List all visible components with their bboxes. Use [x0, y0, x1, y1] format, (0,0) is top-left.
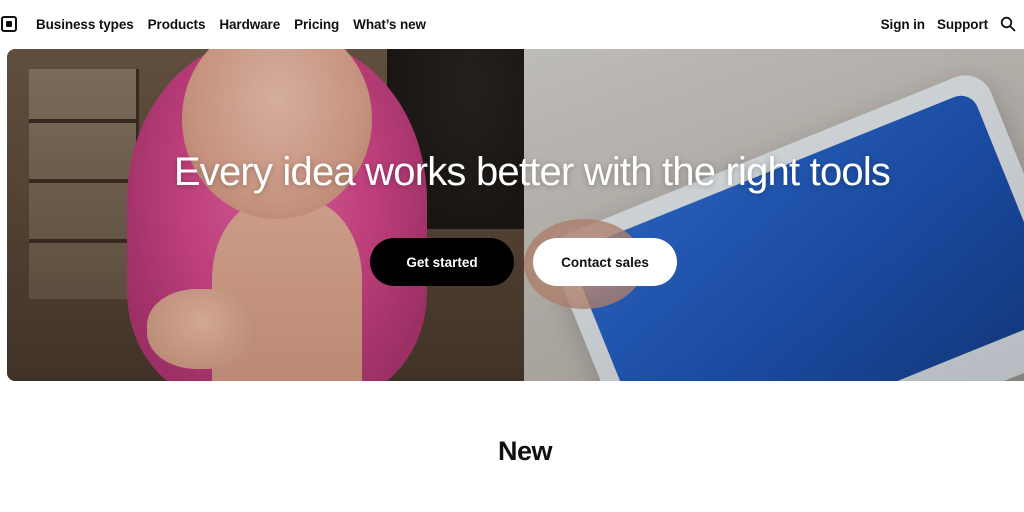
- nav-pricing[interactable]: Pricing: [294, 17, 339, 32]
- sign-in-link[interactable]: Sign in: [881, 17, 925, 32]
- square-logo-icon[interactable]: [1, 16, 17, 32]
- hero-banner: Every idea works better with the right t…: [7, 49, 1024, 381]
- logo-inner-square: [6, 21, 12, 27]
- secondary-nav: Sign in Support: [881, 0, 1016, 48]
- hero-overlay: [7, 49, 1024, 381]
- top-navigation: Business types Products Hardware Pricing…: [0, 0, 1024, 48]
- hero-title: Every idea works better with the right t…: [173, 150, 891, 194]
- primary-nav: Business types Products Hardware Pricing…: [36, 0, 440, 48]
- get-started-button[interactable]: Get started: [370, 238, 514, 286]
- nav-business-types[interactable]: Business types: [36, 17, 134, 32]
- contact-sales-button[interactable]: Contact sales: [533, 238, 677, 286]
- nav-products[interactable]: Products: [148, 17, 206, 32]
- support-link[interactable]: Support: [937, 17, 988, 32]
- search-icon[interactable]: [1000, 16, 1016, 32]
- nav-hardware[interactable]: Hardware: [219, 17, 280, 32]
- new-section-title: New: [497, 436, 553, 466]
- nav-whats-new[interactable]: What’s new: [353, 17, 426, 32]
